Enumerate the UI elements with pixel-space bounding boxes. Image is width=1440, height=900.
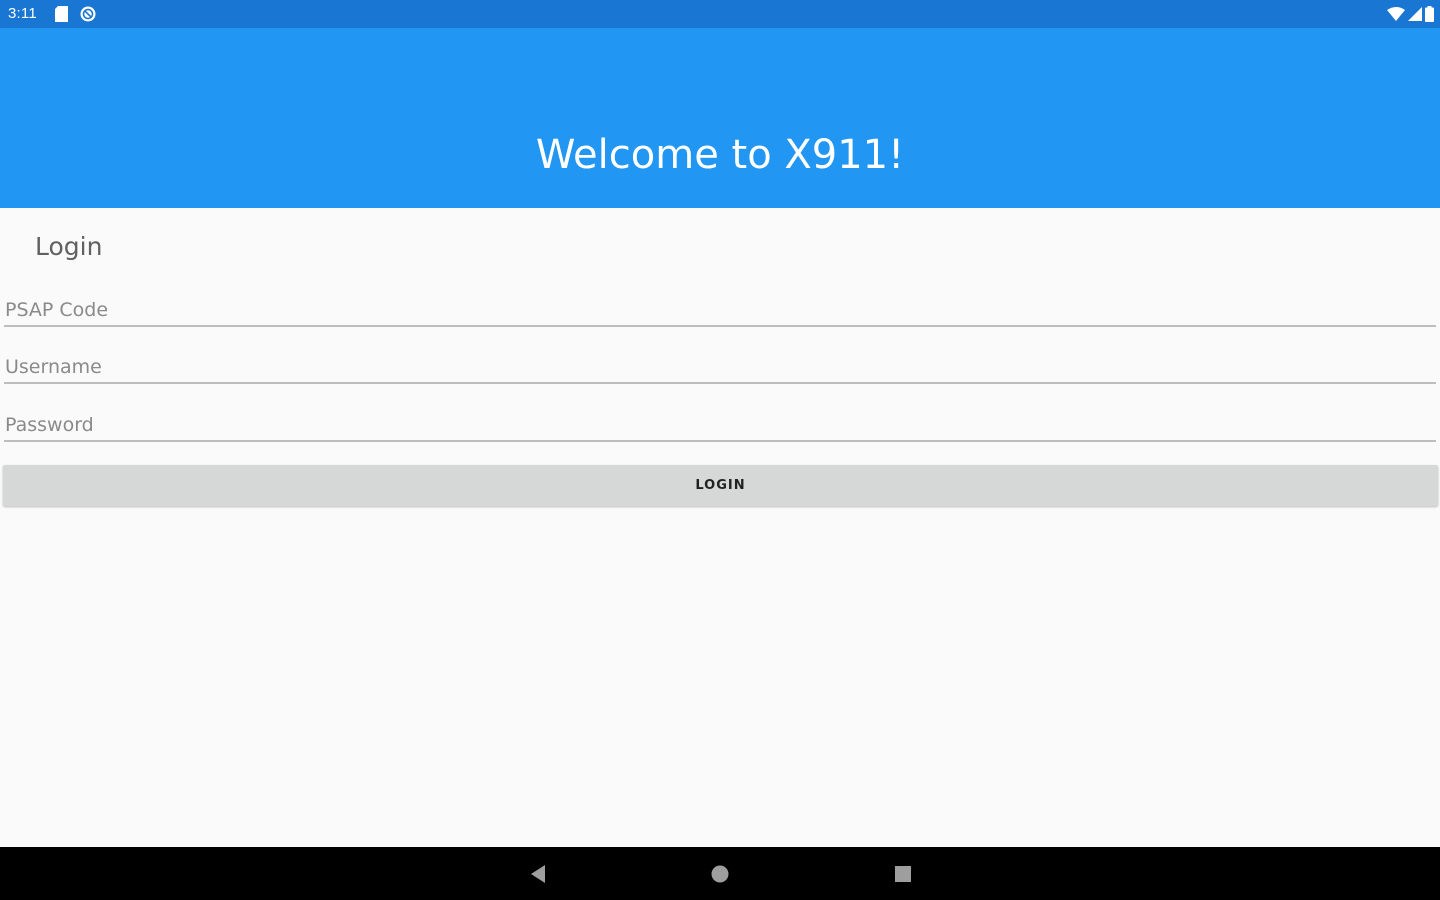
recents-icon [895,866,911,882]
login-heading: Login [35,232,103,261]
login-button[interactable]: LOGIN [3,465,1438,506]
home-icon [711,865,729,883]
sd-card-icon [55,6,68,22]
app-bar: Welcome to X911! [0,28,1440,208]
app-title: Welcome to X911! [535,132,905,178]
username-field-container [4,346,1436,384]
cellular-signal-icon [1408,7,1422,21]
blocked-icon [80,6,96,22]
nav-recents-button[interactable] [888,859,918,889]
psap-code-field-container [4,289,1436,327]
battery-icon [1425,6,1434,22]
password-input[interactable] [4,404,1436,442]
wifi-icon [1387,7,1405,21]
status-time: 3:11 [8,5,37,22]
status-icons-right [1387,5,1434,23]
username-input[interactable] [4,346,1436,384]
status-bar: 3:11 [0,0,1440,28]
back-icon [531,865,545,883]
navigation-bar [0,847,1440,900]
nav-home-button[interactable] [705,859,735,889]
psap-code-input[interactable] [4,289,1436,327]
nav-back-button[interactable] [523,859,553,889]
password-field-container [4,404,1436,442]
